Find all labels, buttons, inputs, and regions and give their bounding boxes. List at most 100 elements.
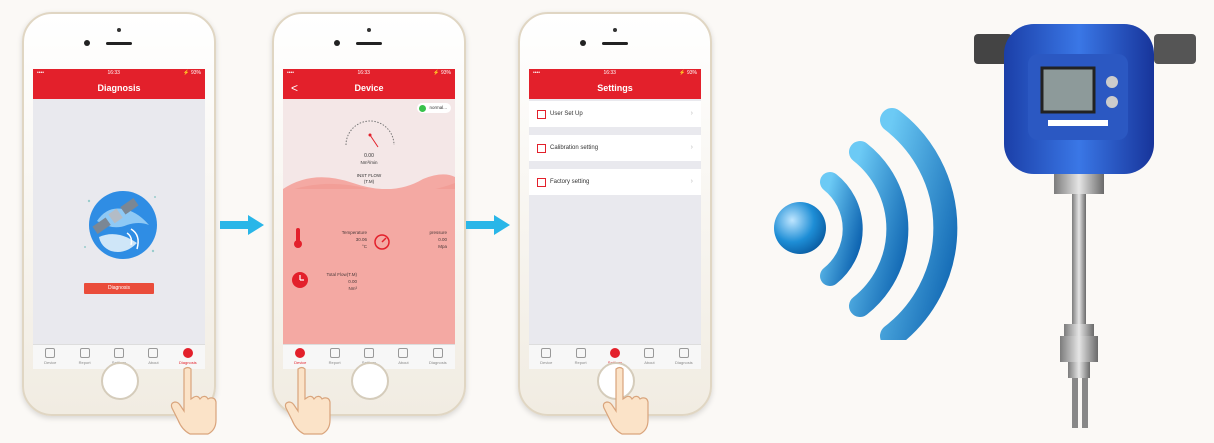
tab-about[interactable]: About (386, 345, 420, 369)
gauge-value: 0.00 (364, 153, 374, 159)
settings-row-label: Factory setting (550, 179, 590, 185)
phone-camera (84, 40, 90, 46)
about-tab-icon (398, 348, 409, 358)
status-time: 16:33 (603, 70, 616, 76)
tab-label: Report (574, 360, 587, 365)
nav-bar: < Device (283, 77, 455, 99)
diagnosis-tab-icon (432, 348, 443, 358)
tab-diagnosis[interactable]: Diagnosis (421, 345, 455, 369)
screen-settings: •••• 16:33 ⚡ 93% Settings User Set Up › … (529, 69, 701, 369)
pressure-gauge-icon (374, 234, 390, 250)
tab-label: Diagnosis (429, 360, 447, 365)
settings-row-calibration[interactable]: Calibration setting › (529, 135, 701, 161)
tab-label: About (398, 360, 409, 365)
chevron-right-icon: › (690, 178, 693, 185)
settings-row-factory[interactable]: Factory setting › (529, 169, 701, 195)
phone-device: •••• 16:33 ⚡ 93% < Device normal... 0.00… (272, 12, 466, 416)
tab-report[interactable]: Report (563, 345, 597, 369)
back-button[interactable]: < (291, 77, 298, 99)
thermal-flow-meter-image (974, 24, 1196, 428)
settings-row-label: User Set Up (550, 111, 583, 117)
phone-sensor (117, 28, 121, 32)
nav-bar: Diagnosis (33, 77, 205, 99)
phone-speaker (602, 42, 628, 45)
total-flow-value: 0.00 (348, 279, 357, 284)
phone-camera (580, 40, 586, 46)
pressure-metric: pressure 0.00 Mpa (397, 229, 447, 250)
chevron-right-icon: › (690, 144, 693, 151)
device-tab-icon (541, 348, 552, 358)
report-tab-icon (79, 348, 90, 358)
tab-diagnosis[interactable]: Diagnosis (667, 345, 701, 369)
temperature-unit: °C (361, 244, 367, 249)
tab-label: Report (78, 360, 91, 365)
settings-tab-icon (114, 348, 125, 358)
home-button[interactable] (351, 362, 389, 400)
screen-device: •••• 16:33 ⚡ 93% < Device normal... 0.00… (283, 69, 455, 369)
about-tab-icon (148, 348, 159, 358)
status-battery: ⚡ 93% (433, 70, 451, 76)
device-tab-icon (45, 348, 56, 358)
page-title: Device (354, 83, 384, 93)
tab-report[interactable]: Report (67, 345, 101, 369)
temperature-label: Temperature (341, 230, 367, 235)
report-tab-icon (329, 348, 340, 358)
status-signal: •••• (533, 70, 541, 76)
report-tab-icon (575, 348, 586, 358)
phone-settings: •••• 16:33 ⚡ 93% Settings User Set Up › … (518, 12, 712, 416)
status-bar: •••• 16:33 ⚡ 93% (33, 69, 205, 77)
phone-camera (334, 40, 340, 46)
tab-label: About (148, 360, 159, 365)
status-time: 16:33 (107, 70, 120, 76)
user-setup-icon (537, 110, 546, 119)
settings-row-label: Calibration setting (550, 145, 599, 151)
settings-row-user-setup[interactable]: User Set Up › (529, 101, 701, 127)
about-tab-icon (644, 348, 655, 358)
factory-icon (537, 178, 546, 187)
calibration-icon (537, 144, 546, 153)
diagnosis-tab-icon (678, 348, 689, 358)
chevron-right-icon: › (690, 110, 693, 117)
tab-device[interactable]: Device (529, 345, 563, 369)
settings-tab-icon (364, 348, 375, 358)
phone-speaker (106, 42, 132, 45)
phone-sensor (613, 28, 617, 32)
tab-device[interactable]: Device (33, 345, 67, 369)
app-flow-illustration: •••• 16:33 ⚡ 93% Diagnosis Diagnosis Dev… (0, 0, 1214, 443)
status-battery: ⚡ 93% (183, 70, 201, 76)
phone-speaker (356, 42, 382, 45)
screen-diagnosis: •••• 16:33 ⚡ 93% Diagnosis Diagnosis Dev… (33, 69, 205, 369)
diagnosis-button[interactable]: Diagnosis (84, 283, 154, 294)
status-bar: •••• 16:33 ⚡ 93% (283, 69, 455, 77)
phone-diagnosis: •••• 16:33 ⚡ 93% Diagnosis Diagnosis Dev… (22, 12, 216, 416)
page-title: Diagnosis (97, 83, 141, 93)
pressure-value: 0.00 (438, 237, 447, 242)
status-time: 16:33 (357, 70, 370, 76)
status-battery: ⚡ 93% (679, 70, 697, 76)
status-bar: •••• 16:33 ⚡ 93% (529, 69, 701, 77)
globe-satellite-icon (84, 191, 157, 259)
arrow-right-icon (466, 215, 510, 235)
diagnosis-tab-icon (182, 348, 193, 358)
status-signal: •••• (287, 70, 295, 76)
temperature-metric: Temperature 30.06 °C (317, 229, 367, 250)
tab-label: Device (540, 360, 553, 365)
pointing-hand-icon (284, 366, 331, 435)
total-flow-label: Total Flow(T.M) (326, 272, 357, 277)
temperature-value: 30.06 (355, 237, 367, 242)
total-flow-metric: Total Flow(T.M) 0.00 Nm³ (307, 271, 357, 292)
device-tab-icon (295, 348, 306, 358)
status-signal: •••• (37, 70, 45, 76)
metrics-panel: Temperature 30.06 °C pressure 0.00 Mpa T… (283, 189, 455, 345)
settings-tab-icon (610, 348, 621, 358)
gauge-unit: Nm³/min (360, 160, 378, 165)
home-button[interactable] (101, 362, 139, 400)
nav-bar: Settings (529, 77, 701, 99)
thermometer-icon (294, 228, 302, 248)
pointing-hand-icon (602, 366, 649, 435)
arrow-right-icon (220, 215, 264, 235)
wifi-signal-icon (774, 108, 958, 340)
total-flow-unit: Nm³ (348, 286, 358, 291)
phone-sensor (367, 28, 371, 32)
tab-label: Diagnosis (675, 360, 693, 365)
